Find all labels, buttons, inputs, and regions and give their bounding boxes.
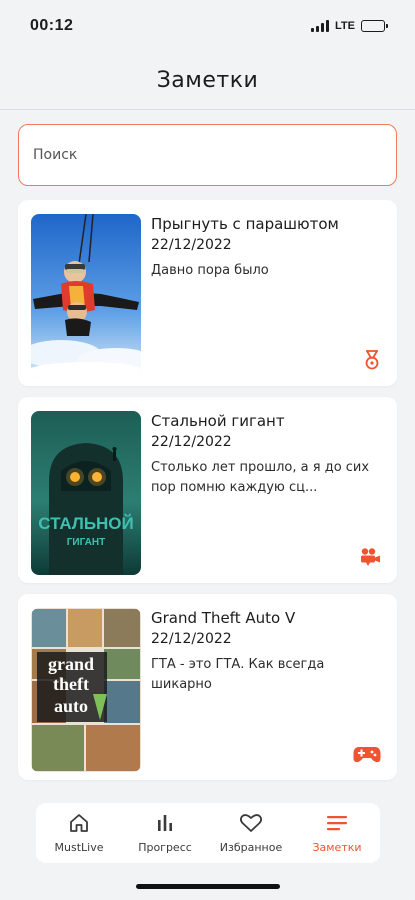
- iron-giant-poster: СТАЛЬНОЙ ГИГАНТ: [31, 411, 141, 575]
- signal-icon: [311, 20, 330, 32]
- notes-list: Прыгнуть с парашютом 22/12/2022 Давно по…: [0, 200, 415, 780]
- poster-title-line1: СТАЛЬНОЙ: [38, 514, 134, 533]
- notes-lines-icon: [326, 813, 348, 837]
- note-image-skydiving: [31, 214, 141, 378]
- network-label: LTE: [335, 20, 355, 32]
- page-title: Заметки: [156, 68, 259, 93]
- note-title: Прыгнуть с парашютом: [151, 215, 339, 233]
- note-date: 22/12/2022: [151, 237, 232, 253]
- battery-icon: [361, 20, 388, 32]
- note-text: Давно пора было: [151, 263, 269, 278]
- home-indicator: [136, 884, 280, 889]
- skydiving-photo: [31, 214, 141, 378]
- note-card[interactable]: grand theft auto Grand Theft Auto V 22/1…: [18, 594, 397, 780]
- bottom-tab-bar: MustLive Прогресс Избранное Заметки: [36, 803, 380, 863]
- home-icon: [68, 813, 90, 837]
- status-time: 00:12: [30, 17, 74, 34]
- medal-icon: [363, 350, 381, 374]
- search-bar: [0, 110, 415, 200]
- poster-word-theft: theft: [53, 674, 89, 694]
- tab-label: MustLive: [54, 840, 104, 854]
- poster-title-line2: ГИГАНТ: [67, 537, 105, 548]
- status-indicators: LTE: [311, 20, 388, 32]
- poster-word-auto: auto: [54, 696, 88, 716]
- tab-label: Прогресс: [138, 840, 192, 854]
- note-card[interactable]: Прыгнуть с парашютом 22/12/2022 Давно по…: [18, 200, 397, 386]
- tab-favorites[interactable]: Избранное: [208, 813, 294, 854]
- gamepad-icon: [353, 744, 381, 768]
- tab-notes[interactable]: Заметки: [294, 813, 380, 854]
- heart-icon: [239, 813, 263, 837]
- note-text: Столько лет прошло, а я до сих пор помню…: [151, 460, 370, 495]
- note-image-gta: grand theft auto: [31, 608, 141, 772]
- tab-label: Заметки: [312, 840, 362, 854]
- bar-chart-icon: [154, 813, 176, 837]
- poster-word-grand: grand: [48, 654, 94, 674]
- note-title: Стальной гигант: [151, 412, 285, 430]
- gta-poster: grand theft auto: [31, 608, 141, 772]
- note-text: ГТА - это ГТА. Как всегда шикарно: [151, 657, 325, 692]
- tab-progress[interactable]: Прогресс: [122, 813, 208, 854]
- tab-mustlive[interactable]: MustLive: [36, 813, 122, 854]
- note-title: Grand Theft Auto V: [151, 609, 296, 627]
- note-card[interactable]: СТАЛЬНОЙ ГИГАНТ Стальной гигант 22/12/20…: [18, 397, 397, 583]
- tab-label: Избранное: [219, 840, 283, 854]
- status-bar: 00:12 LTE: [0, 0, 415, 52]
- note-image-iron-giant: СТАЛЬНОЙ ГИГАНТ: [31, 411, 141, 575]
- note-date: 22/12/2022: [151, 434, 232, 450]
- movie-camera-icon: [359, 547, 381, 571]
- search-input[interactable]: [18, 124, 397, 186]
- note-date: 22/12/2022: [151, 631, 232, 647]
- header: Заметки: [0, 52, 415, 110]
